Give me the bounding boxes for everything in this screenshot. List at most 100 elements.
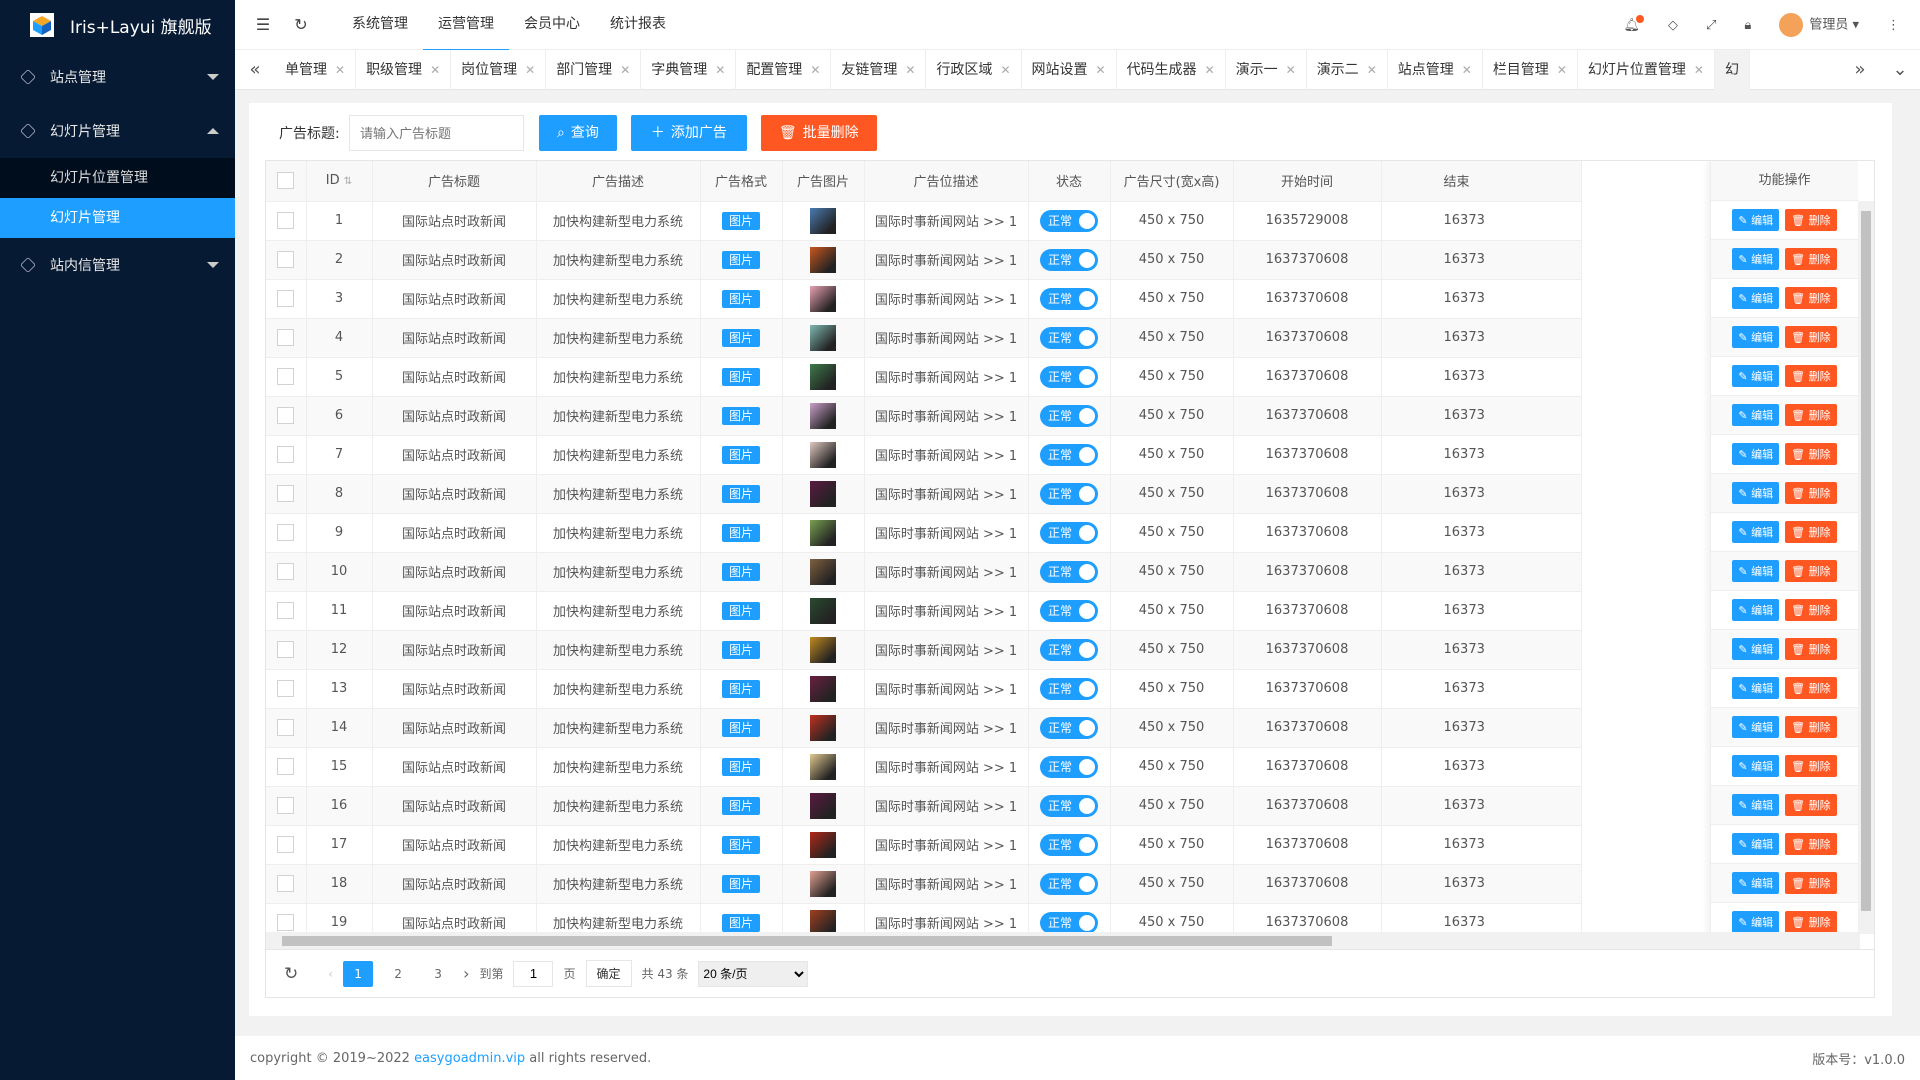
- edit-button[interactable]: ✎ 编辑: [1732, 638, 1780, 660]
- status-toggle[interactable]: 正常: [1040, 911, 1098, 934]
- row-checkbox[interactable]: [277, 368, 295, 385]
- delete-button[interactable]: 🗑︎ 删除: [1785, 794, 1837, 816]
- status-toggle[interactable]: 正常: [1040, 443, 1098, 466]
- ad-thumbnail[interactable]: [810, 792, 836, 819]
- delete-button[interactable]: 🗑︎ 删除: [1785, 677, 1837, 699]
- prev-page-icon[interactable]: ‹: [328, 967, 333, 981]
- next-page-icon[interactable]: ›: [463, 964, 469, 983]
- edit-button[interactable]: ✎ 编辑: [1732, 755, 1780, 777]
- close-icon[interactable]: ✕: [905, 63, 915, 77]
- ad-thumbnail[interactable]: [810, 246, 836, 273]
- status-toggle[interactable]: 正常: [1040, 209, 1098, 232]
- ad-thumbnail[interactable]: [810, 441, 836, 468]
- sidebar-subitem-slide-position[interactable]: 幻灯片位置管理: [0, 158, 235, 198]
- status-toggle[interactable]: 正常: [1040, 521, 1098, 544]
- tab-1[interactable]: 职级管理 ✕: [356, 49, 452, 90]
- search-input[interactable]: [349, 115, 524, 151]
- edit-button[interactable]: ✎ 编辑: [1732, 677, 1780, 699]
- row-checkbox[interactable]: [277, 563, 295, 580]
- ad-thumbnail[interactable]: [810, 870, 836, 897]
- tab-6[interactable]: 友链管理 ✕: [831, 49, 927, 90]
- ad-thumbnail[interactable]: [810, 519, 836, 546]
- close-icon[interactable]: ✕: [1000, 63, 1010, 77]
- close-icon[interactable]: ✕: [1096, 63, 1106, 77]
- close-icon[interactable]: ✕: [620, 63, 630, 77]
- close-icon[interactable]: ✕: [1462, 63, 1472, 77]
- status-toggle[interactable]: 正常: [1040, 248, 1098, 271]
- tab-2[interactable]: 岗位管理 ✕: [451, 49, 547, 90]
- ad-thumbnail[interactable]: [810, 636, 836, 663]
- ad-thumbnail[interactable]: [810, 207, 836, 234]
- tag-icon[interactable]: ◇: [1668, 18, 1678, 33]
- edit-button[interactable]: ✎ 编辑: [1732, 716, 1780, 738]
- row-checkbox[interactable]: [277, 680, 295, 697]
- status-toggle[interactable]: 正常: [1040, 482, 1098, 505]
- bell-icon[interactable]: 🔔︎: [1623, 14, 1644, 33]
- delete-button[interactable]: 🗑︎ 删除: [1785, 365, 1837, 387]
- edit-button[interactable]: ✎ 编辑: [1732, 482, 1780, 504]
- sort-icon[interactable]: ⇅: [344, 176, 352, 187]
- row-checkbox[interactable]: [277, 251, 295, 268]
- row-checkbox[interactable]: [277, 836, 295, 853]
- tab-9[interactable]: 代码生成器 ✕: [1117, 49, 1226, 90]
- delete-button[interactable]: 🗑︎ 删除: [1785, 521, 1837, 543]
- menu-toggle-icon[interactable]: ☰: [253, 15, 273, 35]
- tab-4[interactable]: 字典管理 ✕: [641, 49, 737, 90]
- ad-thumbnail[interactable]: [810, 480, 836, 507]
- footer-link[interactable]: easygoadmin.vip: [414, 1051, 525, 1066]
- add-ad-button[interactable]: ＋ 添加广告: [630, 115, 747, 151]
- edit-button[interactable]: ✎ 编辑: [1732, 248, 1780, 270]
- sidebar-subitem-slide-manage[interactable]: 幻灯片管理: [0, 198, 235, 238]
- delete-button[interactable]: 🗑︎ 删除: [1785, 833, 1837, 855]
- ad-thumbnail[interactable]: [810, 597, 836, 624]
- row-checkbox[interactable]: [277, 329, 295, 346]
- status-toggle[interactable]: 正常: [1040, 833, 1098, 856]
- ad-thumbnail[interactable]: [810, 753, 836, 780]
- edit-button[interactable]: ✎ 编辑: [1732, 404, 1780, 426]
- ad-thumbnail[interactable]: [810, 831, 836, 858]
- more-icon[interactable]: ⋮: [1887, 18, 1900, 33]
- edit-button[interactable]: ✎ 编辑: [1732, 833, 1780, 855]
- close-icon[interactable]: ✕: [1694, 63, 1704, 77]
- close-icon[interactable]: ✕: [1205, 63, 1215, 77]
- top-nav-operation[interactable]: 运营管理: [423, 0, 509, 51]
- delete-button[interactable]: 🗑︎ 删除: [1785, 599, 1837, 621]
- tab-12[interactable]: 站点管理 ✕: [1388, 49, 1483, 90]
- ad-thumbnail[interactable]: [810, 558, 836, 585]
- row-checkbox[interactable]: [277, 641, 295, 658]
- status-toggle[interactable]: 正常: [1040, 872, 1098, 895]
- row-checkbox[interactable]: [277, 290, 295, 307]
- hscroll-thumb[interactable]: [282, 936, 1332, 946]
- confirm-button[interactable]: 确定: [585, 960, 632, 987]
- row-checkbox[interactable]: [277, 212, 295, 229]
- close-icon[interactable]: ✕: [525, 63, 535, 77]
- lock-icon[interactable]: 🔒︎: [1744, 18, 1751, 33]
- ad-thumbnail[interactable]: [810, 714, 836, 741]
- row-checkbox[interactable]: [277, 446, 295, 463]
- edit-button[interactable]: ✎ 编辑: [1732, 794, 1780, 816]
- page-3[interactable]: 3: [423, 961, 453, 987]
- query-button[interactable]: ⌕ 查询: [539, 115, 617, 151]
- tab-3[interactable]: 部门管理 ✕: [546, 49, 642, 90]
- status-toggle[interactable]: 正常: [1040, 404, 1098, 427]
- close-icon[interactable]: ✕: [1286, 63, 1296, 77]
- refresh-icon[interactable]: ↻: [291, 15, 311, 35]
- top-nav-member[interactable]: 会员中心: [509, 0, 595, 51]
- ad-thumbnail[interactable]: [810, 285, 836, 312]
- edit-button[interactable]: ✎ 编辑: [1732, 326, 1780, 348]
- row-checkbox[interactable]: [277, 524, 295, 541]
- ad-thumbnail[interactable]: [810, 324, 836, 351]
- horizontal-scrollbar[interactable]: [266, 932, 1860, 949]
- delete-button[interactable]: 🗑︎ 删除: [1785, 560, 1837, 582]
- tab-15[interactable]: 幻: [1714, 49, 1750, 90]
- row-checkbox[interactable]: [277, 485, 295, 502]
- delete-button[interactable]: 🗑︎ 删除: [1785, 443, 1837, 465]
- edit-button[interactable]: ✎ 编辑: [1732, 365, 1780, 387]
- sidebar-item-slides[interactable]: 幻灯片管理: [0, 104, 235, 158]
- status-toggle[interactable]: 正常: [1040, 638, 1098, 661]
- tab-10[interactable]: 演示一 ✕: [1226, 49, 1307, 90]
- delete-button[interactable]: 🗑︎ 删除: [1785, 638, 1837, 660]
- fullscreen-icon[interactable]: ⤢: [1706, 18, 1716, 33]
- edit-button[interactable]: ✎ 编辑: [1732, 443, 1780, 465]
- delete-button[interactable]: 🗑︎ 删除: [1785, 482, 1837, 504]
